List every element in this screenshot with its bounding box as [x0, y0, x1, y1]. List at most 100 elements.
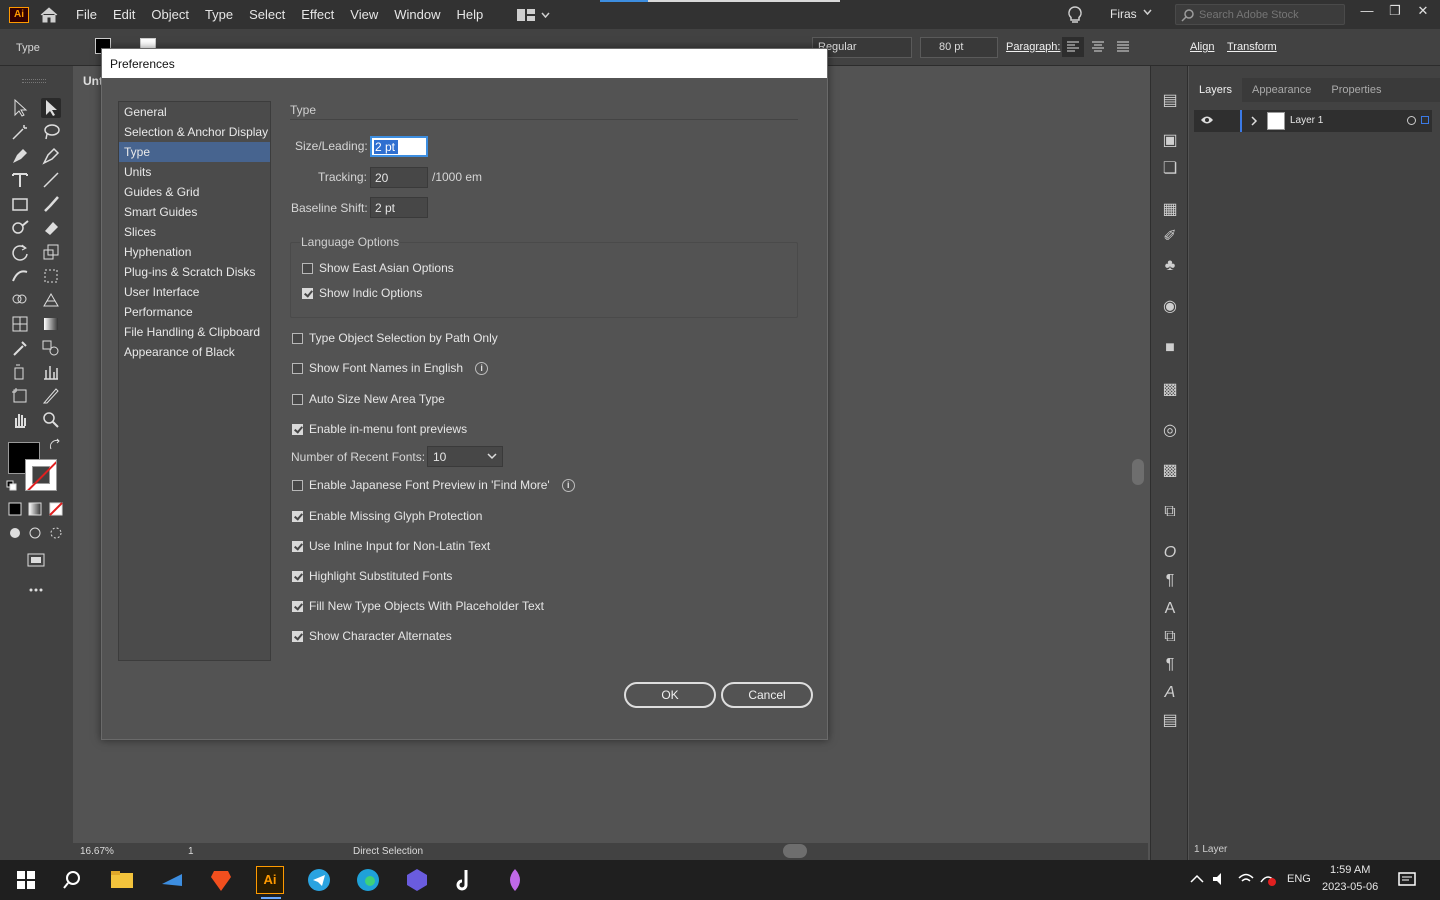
menu-file[interactable]: File — [68, 0, 105, 29]
tab-properties[interactable]: Properties — [1321, 78, 1391, 102]
option-row[interactable]: Enable in-menu font previews — [292, 422, 467, 436]
vertical-scrollbar[interactable] — [1128, 93, 1148, 843]
baseline-shift-input[interactable] — [370, 197, 428, 218]
info-icon[interactable]: i — [561, 478, 575, 492]
nav-units[interactable]: Units — [119, 162, 270, 182]
nav-hyphenation[interactable]: Hyphenation — [119, 242, 270, 262]
symbols-panel-icon[interactable]: ♣ — [1160, 256, 1180, 276]
wifi-icon[interactable] — [1238, 872, 1254, 886]
gradient-panel-icon[interactable]: ■ — [1160, 338, 1180, 358]
info-icon[interactable]: i — [475, 361, 489, 375]
show-east-asian-checkbox[interactable] — [302, 262, 313, 274]
option-row[interactable]: Auto Size New Area Type — [292, 392, 445, 406]
paintbrush-icon[interactable] — [41, 194, 61, 214]
status-tool-name[interactable]: Direct Selection — [353, 846, 423, 857]
stock-search-input[interactable] — [1199, 8, 1339, 21]
draw-normal-icon[interactable] — [8, 526, 22, 540]
user-menu[interactable]: Firas — [1110, 7, 1137, 21]
chevron-right-icon[interactable] — [1250, 115, 1258, 127]
nav-type[interactable]: Type — [119, 142, 270, 162]
search-icon[interactable] — [58, 866, 86, 894]
ok-button[interactable]: OK — [624, 682, 716, 708]
show-indic-checkbox[interactable] — [302, 287, 313, 299]
menu-edit[interactable]: Edit — [105, 0, 143, 29]
selection-tool-icon[interactable] — [10, 98, 30, 118]
recent-fonts-select[interactable]: 10 — [427, 446, 503, 467]
eraser-icon[interactable] — [41, 218, 61, 238]
line-tool-icon[interactable] — [41, 170, 61, 190]
file-explorer-icon[interactable] — [108, 866, 136, 894]
character-panel-icon[interactable]: A — [1160, 599, 1180, 619]
cancel-button[interactable]: Cancel — [721, 682, 813, 708]
default-colors-icon[interactable] — [6, 480, 18, 492]
nav-general[interactable]: General — [119, 102, 270, 122]
panel-grip[interactable] — [22, 79, 46, 83]
scroll-thumb[interactable] — [1132, 459, 1144, 485]
graphic-styles-icon[interactable]: ◉ — [1160, 297, 1180, 317]
direct-selection-tool-icon[interactable] — [41, 98, 61, 118]
gradient-mode-icon[interactable] — [28, 502, 42, 516]
lasso-icon[interactable] — [41, 122, 61, 142]
menu-object[interactable]: Object — [143, 0, 197, 29]
nav-smart-guides[interactable]: Smart Guides — [119, 202, 270, 222]
volume-icon[interactable] — [1212, 872, 1228, 886]
auto-size-area-type-checkbox[interactable] — [292, 393, 303, 405]
brushes-panel-icon[interactable]: ✐ — [1160, 227, 1180, 247]
column-graph-icon[interactable] — [41, 362, 61, 382]
slice-tool-icon[interactable] — [41, 386, 61, 406]
nav-appearance-of-black[interactable]: Appearance of Black — [119, 342, 270, 362]
eyedropper-icon[interactable] — [10, 338, 30, 358]
transparency-panel-icon[interactable]: ▩ — [1160, 380, 1180, 400]
option-row[interactable]: Fill New Type Objects With Placeholder T… — [292, 599, 544, 613]
inline-input-non-latin-checkbox[interactable] — [292, 540, 303, 552]
notifications-icon[interactable] — [1398, 871, 1416, 889]
menu-effect[interactable]: Effect — [293, 0, 342, 29]
missing-glyph-protection-checkbox[interactable] — [292, 510, 303, 522]
mesh-tool-icon[interactable] — [10, 314, 30, 334]
chevron-up-icon[interactable] — [1190, 874, 1204, 884]
nav-performance[interactable]: Performance — [119, 302, 270, 322]
align-right-button[interactable] — [1112, 37, 1134, 57]
layer-target-icon[interactable] — [1407, 116, 1416, 125]
brave-browser-icon[interactable] — [207, 866, 235, 894]
layer-selection-indicator[interactable] — [1421, 116, 1429, 124]
nav-slices[interactable]: Slices — [119, 222, 270, 242]
screen-mode-icon[interactable] — [26, 550, 46, 570]
edge-browser-icon[interactable] — [354, 866, 382, 894]
align-panel-icon[interactable]: ▤ — [1160, 91, 1180, 111]
menu-help[interactable]: Help — [448, 0, 491, 29]
option-row[interactable]: Highlight Substituted Fonts — [292, 569, 452, 583]
more-tools-icon[interactable] — [26, 580, 46, 600]
font-size-field[interactable]: 80 pt — [920, 37, 998, 58]
pen-tool-icon[interactable] — [10, 146, 30, 166]
highlight-substituted-fonts-checkbox[interactable] — [292, 570, 303, 582]
workspace-switcher[interactable] — [517, 8, 550, 22]
option-row[interactable]: Enable Japanese Font Preview in 'Find Mo… — [292, 478, 575, 492]
tab-appearance[interactable]: Appearance — [1242, 78, 1321, 102]
free-transform-icon[interactable] — [41, 266, 61, 286]
paragraph-styles-icon[interactable]: ¶ — [1160, 655, 1180, 675]
hand-tool-icon[interactable] — [10, 410, 30, 430]
menu-select[interactable]: Select — [241, 0, 293, 29]
shaper-tool-icon[interactable] — [10, 218, 30, 238]
scale-tool-icon[interactable] — [41, 242, 61, 262]
option-row[interactable]: Use Inline Input for Non-Latin Text — [292, 539, 490, 553]
rotate-tool-icon[interactable] — [10, 242, 30, 262]
photos-app-icon[interactable] — [403, 866, 431, 894]
show-east-asian-row[interactable]: Show East Asian Options — [302, 261, 454, 275]
curvature-tool-icon[interactable] — [41, 146, 61, 166]
nav-selection-anchor-display[interactable]: Selection & Anchor Display — [119, 122, 270, 142]
align-panel-link[interactable]: Align — [1190, 41, 1214, 53]
tab-layers[interactable]: Layers — [1189, 78, 1243, 102]
tiktok-icon[interactable] — [452, 866, 480, 894]
option-row[interactable]: Show Font Names in English i — [292, 361, 489, 375]
windows-start-icon[interactable] — [12, 866, 40, 894]
artboards-panel-icon[interactable]: ▣ — [1160, 131, 1180, 151]
transform-panel-icon[interactable]: ❏ — [1160, 159, 1180, 179]
layer-row[interactable]: Layer 1 — [1194, 110, 1432, 132]
nav-guides-grid[interactable]: Guides & Grid — [119, 182, 270, 202]
clock-time[interactable]: 1:59 AM — [1330, 864, 1370, 876]
artboard-number[interactable]: 1 — [188, 846, 243, 857]
type-tool-icon[interactable] — [10, 170, 30, 190]
type-selection-path-only-checkbox[interactable] — [292, 332, 303, 344]
